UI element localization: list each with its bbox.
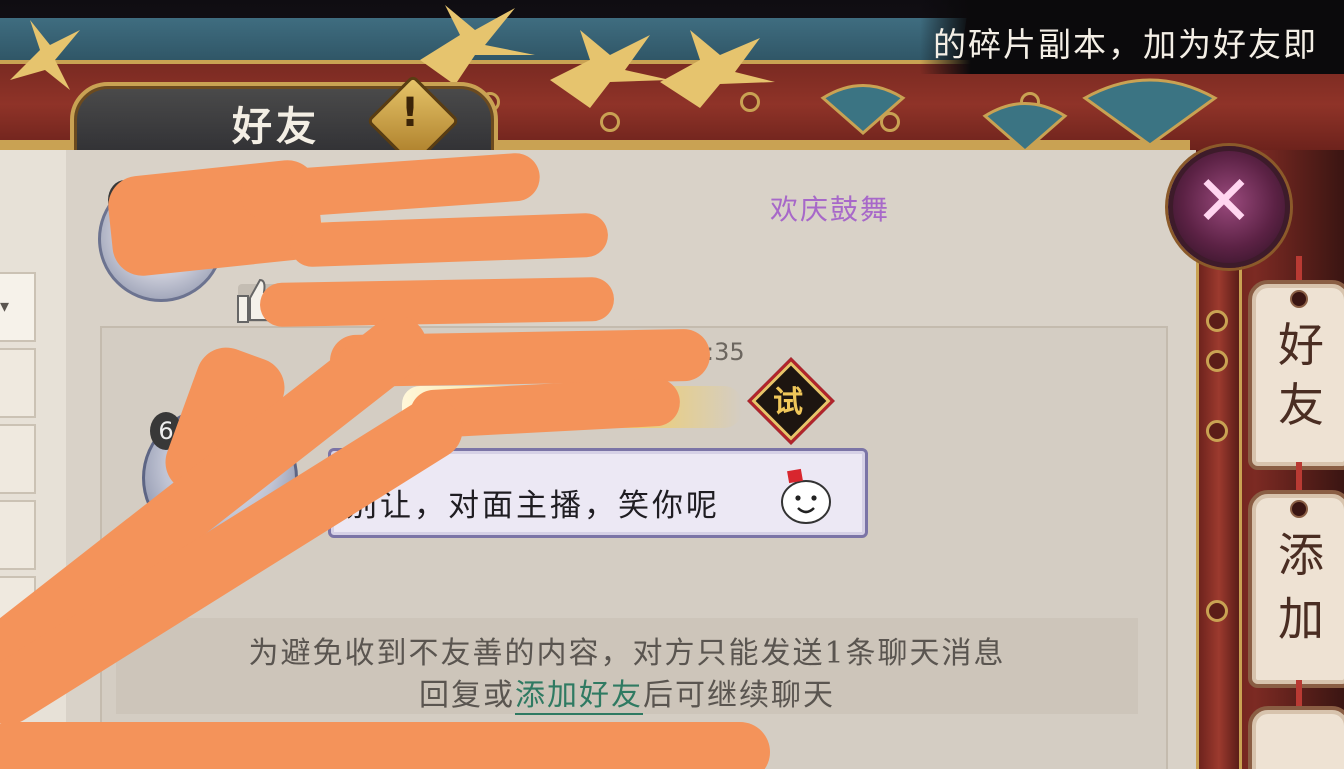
sidebar-tab[interactable] [0,424,36,494]
pillar-stud [1206,350,1228,372]
notice-line-2: 回复或添加好友后可继续聊天 [116,670,1138,715]
pillar-stud [1206,420,1228,442]
sidebar-tab[interactable] [0,348,36,418]
trial-badge-label: 试 [773,385,803,420]
sidebar-tab[interactable] [0,500,36,570]
pillar-stud [1206,600,1228,622]
message-timestamp: :35 [706,338,745,366]
redaction-scribble [259,276,615,328]
fan-ornament-icon [982,102,1068,153]
third-tab[interactable] [1248,706,1344,769]
add-friend-tab-label-2: 加 [1278,592,1324,646]
tag-hole [1290,290,1308,308]
tag-hole [1290,500,1308,518]
message-text: 别让，对面主播，笑你呢 [346,488,720,524]
announcement-text: 的碎片副本，加为好友即 [933,25,1318,64]
friends-tab[interactable] [1248,280,1344,470]
friend-chat-screen: 的碎片副本，加为好友即 好友 ! ▾ 6 欢庆鼓舞 33970 :35 6 试 … [0,0,1344,769]
close-icon: ✕ [1194,160,1254,242]
notice-text-before: 回复或 [419,678,515,713]
fan-ornament-icon [1082,78,1218,147]
smiley-emoji-icon [781,468,831,524]
add-friend-tab-label-1: 添 [1278,528,1324,582]
crane-decoration-icon [10,20,80,90]
pillar-stud [1206,310,1228,332]
exclamation-icon: ! [400,90,420,136]
page-title: 好友 [232,103,320,150]
chevron-down-icon[interactable]: ▾ [0,296,9,317]
friends-tab-label-2: 友 [1278,378,1324,432]
add-friend-link[interactable]: 添加好友 [515,678,643,715]
notice-line-1: 为避免收到不友善的内容，对方只能发送1条聊天消息 [248,636,1006,671]
friends-tab-label-1: 好 [1278,318,1324,372]
fan-ornament-icon [820,84,906,135]
friend-status-text: 欢庆鼓舞 [770,193,891,226]
notice-text-after: 后可继续聊天 [643,678,835,713]
redaction-scribble [0,722,770,769]
add-friend-tab[interactable] [1248,490,1344,688]
crane-decoration-icon [550,30,775,108]
